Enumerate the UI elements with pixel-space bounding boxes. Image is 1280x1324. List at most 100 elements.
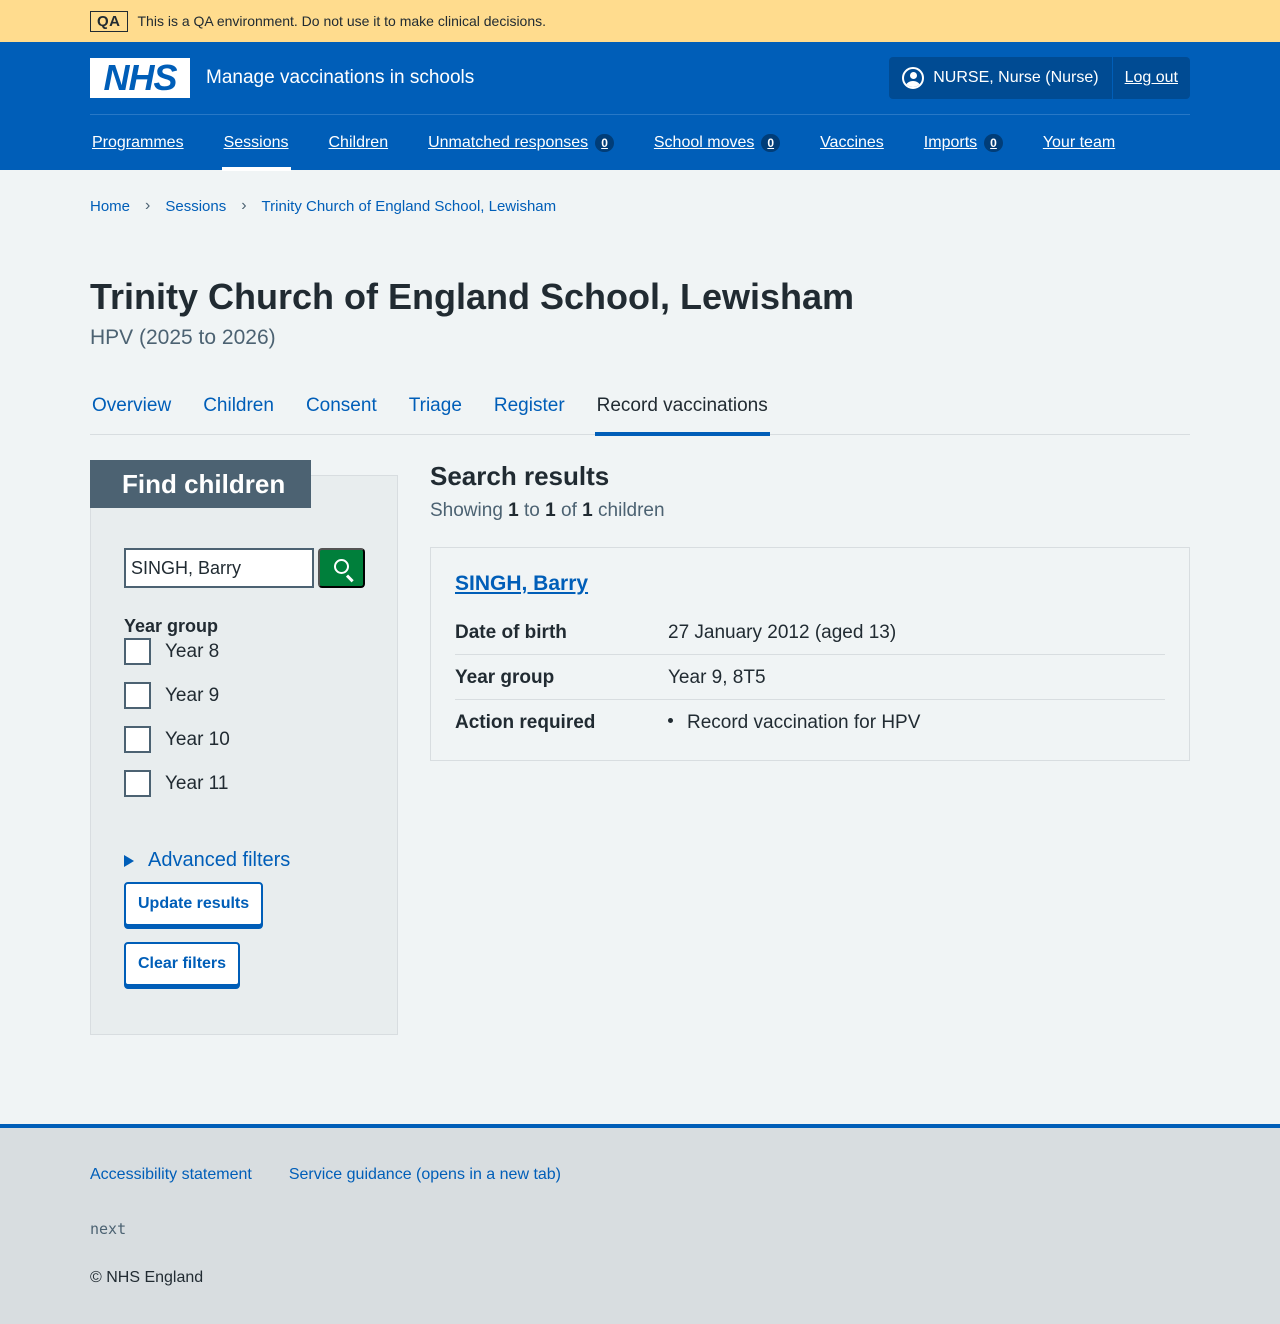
summary-row-year-group: Year group Year 9, 8T5 (455, 655, 1165, 700)
breadcrumb: Home › Sessions › Trinity Church of Engl… (90, 196, 1190, 216)
results-to: 1 (545, 500, 556, 521)
summary-row-action-required: Action required Record vaccination for H… (455, 700, 1165, 744)
filter-panel: Find children Year group Year 8 Year 9 Y… (90, 460, 398, 1035)
year-11-option[interactable]: Year 11 (124, 770, 228, 797)
service-name[interactable]: Manage vaccinations in schools (206, 67, 474, 89)
chevron-right-icon: › (241, 197, 247, 214)
year-option-label: Year 10 (165, 728, 230, 750)
nav-item-label: Unmatched responses (428, 134, 589, 151)
summary-list: Date of birth 27 January 2012 (aged 13) … (455, 610, 1165, 744)
qa-tag: QA (90, 10, 128, 32)
tab-overview[interactable]: Overview (90, 392, 173, 435)
nav-item-imports[interactable]: Imports 0 (922, 115, 1005, 171)
nav-item-your-team[interactable]: Your team (1041, 115, 1117, 171)
year-10-option[interactable]: Year 10 (124, 726, 230, 753)
session-tabs: Overview Children Consent Triage Registe… (90, 392, 1190, 436)
results-count-prefix: Showing (430, 500, 503, 521)
summary-value: Record vaccination for HPV (668, 712, 1165, 734)
summary-row-date-of-birth: Date of birth 27 January 2012 (aged 13) (455, 610, 1165, 655)
logout-link[interactable]: Log out (1113, 57, 1190, 99)
results-count: Showing 1 to 1 of 1 children (430, 500, 1190, 522)
triangle-right-icon (124, 854, 134, 867)
nav-item-school-moves[interactable]: School moves 0 (652, 115, 782, 171)
tab-register[interactable]: Register (492, 392, 567, 435)
tab-consent[interactable]: Consent (304, 392, 379, 435)
footer-version: next (90, 1220, 127, 1238)
year-group-label: Year group (124, 616, 219, 636)
account-user: NURSE, Nurse (Nurse) (889, 57, 1113, 99)
summary-key: Year group (455, 667, 555, 688)
nav-item-label: Sessions (223, 134, 289, 151)
results-total: 1 (582, 500, 593, 521)
summary-key: Action required (455, 712, 596, 733)
nav-item-label: Vaccines (820, 134, 884, 151)
tab-triage[interactable]: Triage (407, 392, 464, 435)
search-row (124, 548, 365, 588)
bullet-icon (668, 718, 673, 724)
main-content: Find children Year group Year 8 Year 9 Y… (90, 460, 1190, 1035)
nhs-logo[interactable]: NHS (90, 58, 190, 98)
results-of-word: of (561, 500, 577, 521)
page-caption: HPV (2025 to 2026) (90, 326, 276, 349)
summary-key: Date of birth (455, 622, 567, 643)
tab-record-vaccinations[interactable]: Record vaccinations (594, 392, 770, 436)
nav-item-label: School moves (653, 134, 755, 151)
year-9-option[interactable]: Year 9 (124, 682, 219, 709)
clear-filters-button[interactable]: Clear filters (124, 942, 241, 986)
advanced-filters-link[interactable]: Advanced filters (148, 849, 290, 872)
nav-item-programmes[interactable]: Programmes (90, 115, 186, 171)
year-option-label: Year 11 (165, 772, 229, 794)
summary-value: 27 January 2012 (aged 13) (668, 622, 897, 643)
account-menu: NURSE, Nurse (Nurse) Log out (889, 57, 1190, 99)
account-user-name: NURSE, Nurse (Nurse) (933, 69, 1099, 86)
year-10-checkbox[interactable] (124, 726, 151, 753)
search-button[interactable] (318, 548, 365, 588)
footer-link-service-guidance[interactable]: Service guidance (opens in a new tab) (289, 1166, 561, 1184)
year-11-checkbox[interactable] (124, 770, 151, 797)
nav-item-sessions[interactable]: Sessions (221, 115, 291, 171)
action-item: Record vaccination for HPV (687, 712, 921, 733)
child-name-link[interactable]: SINGH, Barry (455, 572, 588, 595)
chevron-right-icon: › (145, 197, 151, 214)
results-to-word: to (524, 500, 540, 521)
year-option-label: Year 8 (165, 640, 220, 662)
nav-item-vaccines[interactable]: Vaccines (818, 115, 886, 171)
filter-heading: Find children (90, 460, 311, 508)
footer-copyright: © NHS England (90, 1269, 204, 1286)
year-8-checkbox[interactable] (124, 638, 151, 665)
year-option-label: Year 9 (165, 684, 220, 706)
nav-item-unmatched-responses[interactable]: Unmatched responses 0 (426, 115, 616, 171)
user-icon (902, 67, 925, 89)
footer-link-accessibility[interactable]: Accessibility statement (90, 1166, 252, 1184)
nav-item-children[interactable]: Children (327, 115, 391, 171)
search-input[interactable] (124, 548, 314, 588)
site-header: NHS Manage vaccinations in schools NURSE… (0, 42, 1280, 171)
count-badge: 0 (595, 134, 614, 152)
count-badge: 0 (761, 134, 781, 152)
year-8-option[interactable]: Year 8 (124, 638, 219, 665)
site-footer: Accessibility statement Service guidance… (0, 1124, 1280, 1324)
qa-banner-message: This is a QA environment. Do not use it … (137, 13, 547, 29)
breadcrumb-home[interactable]: Home (90, 198, 130, 215)
nav-item-label: Programmes (92, 134, 184, 151)
filter-box: Year group Year 8 Year 9 Year 10 Year 11… (90, 475, 398, 1035)
search-results: Search results Showing 1 to 1 of 1 child… (430, 460, 1190, 1035)
child-result-card: SINGH, Barry Date of birth 27 January 20… (430, 547, 1190, 761)
breadcrumb-school[interactable]: Trinity Church of England School, Lewish… (262, 198, 557, 215)
results-from: 1 (508, 500, 519, 521)
year-9-checkbox[interactable] (124, 682, 151, 709)
breadcrumb-sessions[interactable]: Sessions (165, 198, 226, 215)
tab-children[interactable]: Children (201, 392, 276, 435)
results-heading: Search results (430, 461, 610, 491)
qa-environment-banner: QA This is a QA environment. Do not use … (0, 0, 1280, 42)
footer-links: Accessibility statement Service guidance… (90, 1166, 1190, 1184)
page-title: Trinity Church of England School, Lewish… (90, 276, 855, 317)
advanced-filters-toggle[interactable]: Advanced filters (124, 849, 290, 872)
count-badge: 0 (984, 134, 1003, 152)
summary-value: Year 9, 8T5 (668, 667, 766, 688)
results-count-suffix: children (598, 500, 665, 521)
nhs-logo-text: NHS (103, 57, 177, 98)
update-results-button[interactable]: Update results (124, 882, 264, 926)
nav-item-label: Your team (1042, 134, 1116, 151)
primary-navigation: Programmes Sessions Children Unmatched r… (90, 114, 1190, 171)
